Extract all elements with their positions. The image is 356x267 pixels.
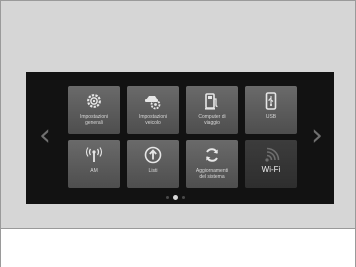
page-dot-active[interactable] [173, 195, 178, 200]
frame-bottom-band [1, 228, 355, 267]
tile-label: AM [90, 168, 98, 174]
tile-trip-computer[interactable]: Computer di viaggio [186, 86, 238, 134]
next-page-arrow[interactable]: › [308, 119, 326, 153]
tile-listi[interactable]: Listi [127, 140, 179, 188]
fuel-computer-icon [202, 91, 222, 111]
tile-label: Wi-Fi [261, 165, 281, 174]
tile-label: USB [265, 114, 277, 120]
tile-general-settings[interactable]: Impostazioni generali [68, 86, 120, 134]
tile-label: Aggiornamenti del sistema [195, 168, 229, 180]
wifi-icon [261, 145, 281, 165]
upload-icon [143, 145, 163, 165]
tile-label: Impostazioni generali [79, 114, 109, 126]
infotainment-screen: ‹ › Impostazioni generali Impostazioni v… [26, 72, 334, 204]
usb-icon [261, 91, 281, 111]
tile-label: Computer di viaggio [198, 114, 226, 126]
gear-icon [84, 91, 104, 111]
page-dot[interactable] [182, 196, 185, 199]
tile-vehicle-settings[interactable]: Impostazioni veicolo [127, 86, 179, 134]
tile-usb[interactable]: USB [245, 86, 297, 134]
tile-am[interactable]: AM [68, 140, 120, 188]
car-settings-icon [143, 91, 163, 111]
tile-label: Listi [148, 168, 158, 174]
tile-system-updates[interactable]: Aggiornamenti del sistema [186, 140, 238, 188]
tile-label: Impostazioni veicolo [138, 114, 168, 126]
page-indicator [166, 195, 185, 200]
tile-wifi[interactable]: Wi-Fi [245, 140, 297, 188]
previous-page-arrow[interactable]: ‹ [36, 119, 54, 153]
page-dot[interactable] [166, 196, 169, 199]
radio-antenna-icon [84, 145, 104, 165]
refresh-icon [202, 145, 222, 165]
